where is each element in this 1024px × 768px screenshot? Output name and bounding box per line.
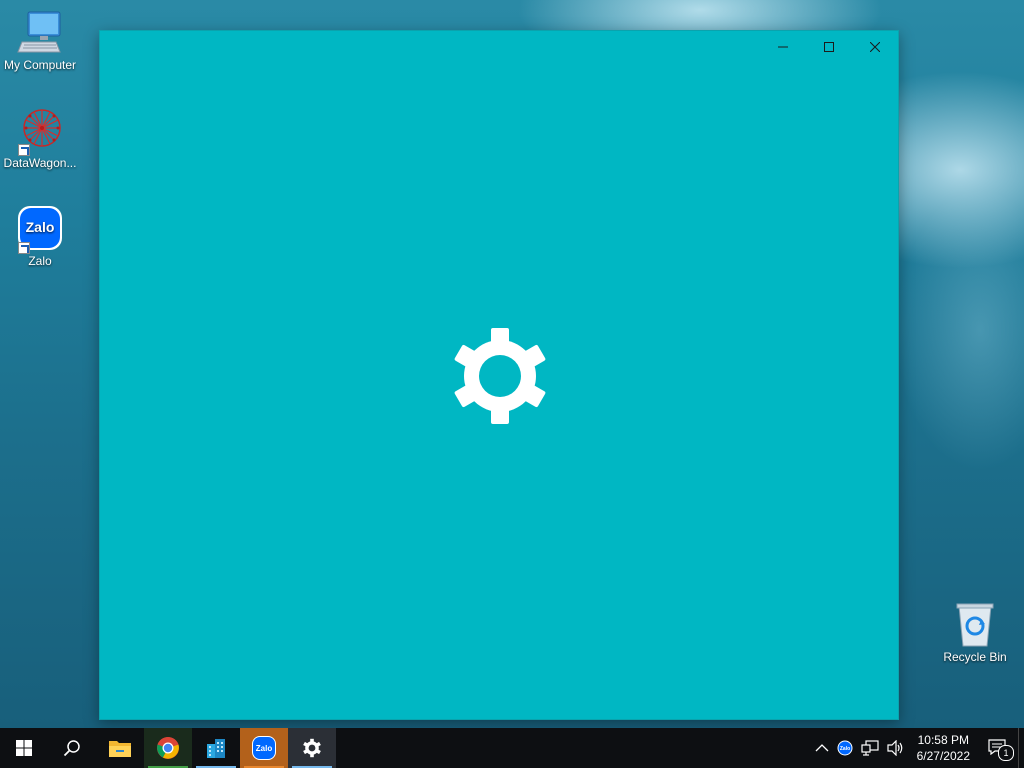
- search-button[interactable]: [48, 728, 96, 768]
- desktop-icon-zalo[interactable]: Zalo Zalo: [0, 204, 80, 268]
- buildings-icon: [207, 739, 225, 758]
- minimize-button[interactable]: [760, 31, 806, 63]
- action-center-button[interactable]: 1: [978, 728, 1018, 768]
- desktop-icon-my-computer[interactable]: My Computer: [0, 8, 80, 72]
- tray-volume[interactable]: [883, 728, 909, 768]
- datawagon-icon: [16, 106, 64, 156]
- recycle-bin-icon: [951, 600, 999, 648]
- taskbar-zalo[interactable]: Zalo: [240, 728, 288, 768]
- start-button[interactable]: [0, 728, 48, 768]
- settings-window[interactable]: [99, 30, 899, 720]
- close-icon: [870, 42, 880, 52]
- computer-icon: [16, 8, 64, 56]
- taskbar-app-buildings[interactable]: [192, 728, 240, 768]
- tray-network[interactable]: [857, 728, 883, 768]
- zalo-logo-text: Zalo: [256, 744, 273, 753]
- tray-zalo[interactable]: Zalo: [833, 728, 857, 768]
- system-tray: Zalo 10:58 PM 6/27/2022 1: [811, 728, 1024, 768]
- folder-icon: [109, 741, 131, 757]
- gear-icon: [303, 738, 321, 758]
- network-icon: [861, 740, 879, 756]
- zalo-logo-text: Zalo: [26, 219, 55, 235]
- clock-time: 10:58 PM: [917, 733, 969, 747]
- taskbar-chrome[interactable]: [144, 728, 192, 768]
- chevron-up-icon: [815, 744, 829, 752]
- zalo-icon: Zalo: [252, 736, 276, 760]
- shortcut-arrow-icon: [18, 242, 30, 254]
- shortcut-arrow-icon: [18, 144, 30, 156]
- taskbar-settings[interactable]: [288, 728, 336, 768]
- taskbar: Zalo Zalo 10:58 PM 6/27/2022 1: [0, 728, 1024, 768]
- clock[interactable]: 10:58 PM 6/27/2022: [909, 732, 978, 764]
- desktop-icon-label: DataWagon...: [3, 156, 77, 170]
- zalo-icon: Zalo: [16, 204, 64, 254]
- taskbar-file-explorer[interactable]: [96, 728, 144, 768]
- desktop: My Computer DataWagon... Zalo Zalo Recyc…: [0, 0, 1024, 728]
- show-desktop-button[interactable]: [1018, 728, 1024, 768]
- minimize-icon: [778, 46, 788, 48]
- zalo-icon: Zalo: [837, 740, 853, 756]
- notification-count-badge: 1: [998, 745, 1014, 761]
- close-button[interactable]: [852, 31, 898, 63]
- desktop-icon-recycle-bin[interactable]: Recycle Bin: [935, 600, 1015, 664]
- maximize-button[interactable]: [806, 31, 852, 63]
- maximize-icon: [824, 42, 834, 52]
- search-icon: [63, 740, 80, 757]
- zalo-logo-text: Zalo: [839, 746, 849, 752]
- desktop-icon-datawagon[interactable]: DataWagon...: [0, 106, 80, 170]
- windows-logo-icon: [16, 740, 32, 756]
- desktop-icon-label: My Computer: [3, 58, 77, 72]
- clock-date: 6/27/2022: [916, 749, 970, 763]
- desktop-icon-label: Recycle Bin: [943, 650, 1007, 664]
- window-controls: [760, 31, 898, 63]
- show-hidden-icons-button[interactable]: [811, 728, 833, 768]
- gear-icon: [454, 328, 546, 424]
- speaker-icon: [887, 740, 902, 756]
- desktop-icon-label: Zalo: [28, 254, 52, 268]
- chrome-icon: [157, 737, 179, 759]
